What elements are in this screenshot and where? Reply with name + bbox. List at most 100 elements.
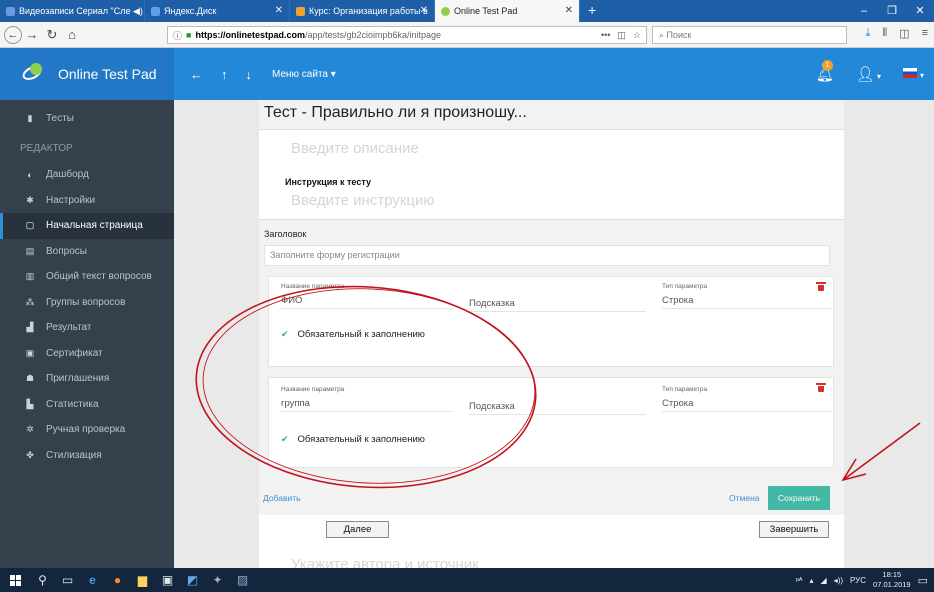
browser-tab-course[interactable]: Курс: Организация работы в ✕ <box>290 0 435 22</box>
tab-close-icon[interactable]: ✕ <box>565 5 573 16</box>
reload-icon[interactable]: ↻ <box>42 27 62 43</box>
browser-tab-online-test-pad[interactable]: Online Test Pad ✕ <box>435 0 580 22</box>
param-name-input[interactable]: группа <box>281 395 453 412</box>
page-actions-icon[interactable]: ••• <box>601 30 610 41</box>
sidebar-item-invite[interactable]: ☗ Приглашения <box>0 366 174 392</box>
volume-icon[interactable]: ◂)) <box>834 576 843 585</box>
close-window-icon[interactable]: ✕ <box>906 0 934 22</box>
address-bar[interactable]: ⓘ ■ https://onlinetestpad.com /app/tests… <box>167 26 647 44</box>
app-logo[interactable]: Online Test Pad <box>0 48 174 100</box>
param-type-label: Тип параметра <box>662 386 708 393</box>
tab-close-icon[interactable]: ✕ <box>275 5 283 16</box>
sidebar-toggle-icon[interactable]: ◫ <box>899 27 909 40</box>
sidebar-item-label: Общий текст вопросов <box>46 271 152 283</box>
finish-button[interactable]: Завершить <box>759 521 829 538</box>
sidebar-item-page[interactable]: ▢ Начальная страница <box>0 213 174 239</box>
style-icon: ✤ <box>26 449 34 460</box>
param-name-input[interactable]: ФИО <box>281 292 453 309</box>
pocket-icon[interactable]: ◫ <box>617 30 626 41</box>
task-view-icon[interactable]: ▭ <box>55 568 80 592</box>
tab-close-icon[interactable]: ✕ <box>420 5 428 16</box>
sidebar-item-result[interactable]: ▟ Результат <box>0 315 174 341</box>
sidebar-item-stats[interactable]: ▙ Статистика <box>0 392 174 418</box>
store-icon[interactable]: ▣ <box>155 568 180 592</box>
window-controls: – ❐ ✕ <box>850 0 934 22</box>
param-type-label: Тип параметра <box>662 283 708 290</box>
description-field[interactable]: Введите описание <box>291 140 419 157</box>
clock-date: 07.01.2019 <box>873 580 911 589</box>
sidebar-item-label: Начальная страница <box>46 220 143 232</box>
param-name-label: Название параметра <box>281 386 345 393</box>
download-icon[interactable]: ⤓ <box>866 27 871 40</box>
page-icon: ▢ <box>25 220 35 231</box>
restore-icon[interactable]: ❐ <box>878 0 906 22</box>
form-title-input[interactable]: Заполните форму регистрации <box>264 245 830 266</box>
minimize-icon[interactable]: – <box>850 0 878 22</box>
explorer-icon[interactable]: ▆ <box>130 568 155 592</box>
app-icon[interactable]: ◩ <box>180 568 205 592</box>
people-icon[interactable]: ᵖᴬ <box>796 576 803 585</box>
sidebar-item-label: Стилизация <box>46 449 102 461</box>
notifications-icon[interactable]: ▭ <box>918 574 928 587</box>
tray-arrow-icon[interactable]: ▴ <box>810 576 814 585</box>
add-param-link[interactable]: Добавить <box>263 493 301 503</box>
home-icon[interactable]: ⌂ <box>62 27 82 42</box>
trash-icon[interactable] <box>816 383 826 392</box>
trash-icon[interactable] <box>816 282 826 291</box>
library-icon[interactable]: ⫴ <box>883 27 888 40</box>
sidebar-item-style[interactable]: ✤ Стилизация <box>0 443 174 469</box>
next-button[interactable]: Далее <box>326 521 389 538</box>
clock[interactable]: 18:15 07.01.2019 <box>873 570 911 590</box>
forward-arrow-icon[interactable]: → <box>22 27 42 42</box>
sidebar-item-label: Статистика <box>46 398 99 410</box>
sidebar-item-certificate[interactable]: ▣ Сертификат <box>0 341 174 367</box>
network-icon[interactable]: ◢ <box>821 576 827 585</box>
param-hint-input[interactable]: Подсказка <box>469 295 646 312</box>
sidebar-item-label: Сертификат <box>46 347 103 359</box>
back-nav-icon[interactable]: ← <box>190 67 203 82</box>
notification-bell-icon[interactable]: 🔔︎ 1 <box>816 59 834 83</box>
user-menu-icon[interactable]: 👤︎ ▾ <box>856 65 881 83</box>
sidebar-item-check[interactable]: ✲ Ручная проверка <box>0 417 174 443</box>
language-flag-icon[interactable]: ▾ <box>902 67 924 81</box>
param-hint-input[interactable]: Подсказка <box>469 398 646 415</box>
windows-start-icon[interactable] <box>0 568 30 592</box>
param-card: Название параметра ФИО Подсказка Тип пар… <box>268 276 834 367</box>
search-icon[interactable]: ⚲ <box>30 568 55 592</box>
app-icon-3[interactable]: ▨ <box>230 568 255 592</box>
browser-search-input[interactable]: ⌕ Поиск <box>652 26 847 44</box>
new-tab-icon[interactable]: + <box>580 0 604 22</box>
site-menu-dropdown[interactable]: Меню сайта ▾ <box>272 69 336 80</box>
language-indicator[interactable]: РУС <box>850 576 866 585</box>
instruction-field[interactable]: Введите инструкцию <box>291 192 435 209</box>
back-arrow-icon[interactable]: ← <box>4 25 22 44</box>
sidebar-item-tests[interactable]: ▮ Тесты <box>0 100 174 136</box>
groups-icon: ⁂ <box>25 296 35 307</box>
bookmark-star-icon[interactable]: ☆ <box>633 30 641 41</box>
app-icon-2[interactable]: ✦ <box>205 568 230 592</box>
save-button[interactable]: Сохранить <box>768 486 830 510</box>
arrow-up-icon[interactable]: ↑ <box>221 67 228 82</box>
required-checkbox[interactable]: ✔ Обязательный к заполнению <box>281 434 425 445</box>
firefox-icon[interactable]: ● <box>105 568 130 592</box>
sidebar-section-label: РЕДАКТОР <box>20 143 73 154</box>
cancel-link[interactable]: Отмена <box>729 493 760 503</box>
arrow-down-icon[interactable]: ↓ <box>246 67 253 82</box>
sidebar-item-groups[interactable]: ⁂ Группы вопросов <box>0 290 174 316</box>
param-type-select[interactable]: Строка <box>662 395 832 412</box>
sidebar-item-dashboard[interactable]: ◐ Дашборд <box>0 162 174 188</box>
system-tray: ᵖᴬ ▴ ◢ ◂)) РУС 18:15 07.01.2019 ▭ <box>796 570 934 590</box>
info-icon[interactable]: ⓘ <box>173 29 182 42</box>
author-field[interactable]: Укажите автора и источник <box>291 556 479 568</box>
sidebar-item-label: Настройки <box>46 194 96 206</box>
checkmark-icon: ✔ <box>281 329 289 339</box>
sidebar-item-questions[interactable]: ▤ Вопросы <box>0 239 174 265</box>
edge-icon[interactable]: e <box>80 568 105 592</box>
sidebar-item-gear[interactable]: ✱ Настройки <box>0 188 174 214</box>
sidebar-item-text[interactable]: ▥ Общий текст вопросов <box>0 264 174 290</box>
browser-tab-video[interactable]: Видеозаписи Сериал "Сле ◀) ✕ <box>0 0 145 22</box>
required-checkbox[interactable]: ✔ Обязательный к заполнению <box>281 329 425 340</box>
menu-icon[interactable]: ≡ <box>922 27 928 40</box>
param-type-select[interactable]: Строка <box>662 292 832 309</box>
browser-tab-yandex-disk[interactable]: Яндекс.Диск ✕ <box>145 0 290 22</box>
